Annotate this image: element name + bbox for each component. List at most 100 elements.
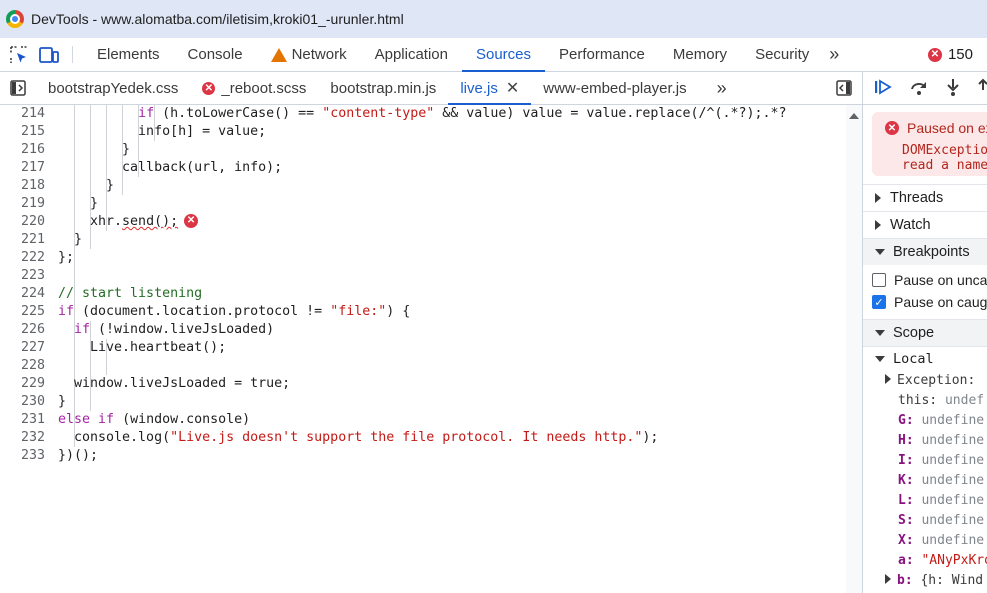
code-line[interactable]: 214 if (h.toLowerCase() == "content-type… [0, 105, 862, 123]
step-out-icon[interactable] [977, 78, 987, 99]
line-number[interactable]: 220 [0, 213, 45, 231]
line-number[interactable]: 225 [0, 303, 45, 321]
line-number[interactable]: 214 [0, 105, 45, 123]
step-over-icon[interactable] [909, 78, 929, 99]
tab-network[interactable]: Network [257, 38, 361, 71]
scroll-up-arrow-icon[interactable] [849, 113, 859, 119]
scope-local-label: Local [893, 350, 934, 367]
tab-application[interactable]: Application [361, 38, 462, 71]
line-number[interactable]: 219 [0, 195, 45, 213]
line-number[interactable]: 228 [0, 357, 45, 375]
section-breakpoints[interactable]: Breakpoints [863, 238, 987, 265]
expand-arrow-icon[interactable] [885, 574, 891, 584]
scope-variable[interactable]: a: "ANyPxKro [898, 551, 987, 571]
device-toolbar-icon[interactable] [34, 38, 64, 71]
line-number[interactable]: 226 [0, 321, 45, 339]
line-number[interactable]: 230 [0, 393, 45, 411]
code-line[interactable]: 216 } [0, 141, 862, 159]
more-files-chevron-icon[interactable]: » [699, 72, 737, 104]
scope-variable[interactable]: L: undefine [898, 491, 984, 511]
checkbox-checked[interactable]: ✓ [872, 295, 886, 309]
line-number[interactable]: 229 [0, 375, 45, 393]
code-editor[interactable]: 214 if (h.toLowerCase() == "content-type… [0, 105, 862, 593]
scope-variable[interactable]: K: undefine [898, 471, 984, 491]
error-marker-icon[interactable]: ✕ [184, 214, 199, 228]
scope-variable[interactable]: I: undefine [898, 451, 984, 471]
code-line[interactable]: 226 if (!window.liveJsLoaded) [0, 321, 862, 339]
line-number[interactable]: 215 [0, 123, 45, 141]
section-watch[interactable]: Watch [863, 211, 987, 238]
code-line[interactable]: 221 } [0, 231, 862, 249]
scope-variable[interactable]: b: {h: Wind [885, 571, 983, 591]
file-tab-bootstrap-min-js[interactable]: bootstrap.min.js [318, 72, 448, 104]
code-line[interactable]: 232 console.log("Live.js doesn't support… [0, 429, 862, 447]
scope-variable-value: undef [944, 393, 985, 408]
line-number[interactable]: 223 [0, 267, 45, 285]
code-line[interactable]: 218 } [0, 177, 862, 195]
step-into-icon[interactable] [945, 78, 961, 99]
error-count: 150 [947, 46, 973, 63]
paused-exception-banner: ✕ Paused on ex DOMExceptio read a name [872, 112, 987, 176]
code-line[interactable]: 215 info[h] = value; [0, 123, 862, 141]
scope-variable[interactable]: G: undefine [898, 411, 984, 431]
editor-scrollbar[interactable] [846, 105, 862, 593]
close-tab-icon[interactable]: ✕ [506, 78, 519, 98]
scope-local[interactable]: Local [863, 346, 987, 370]
tab-elements[interactable]: Elements [83, 38, 174, 71]
code-line[interactable]: 231 else if (window.console) [0, 411, 862, 429]
pause-caught-option[interactable]: ✓ Pause on caug [872, 294, 987, 310]
code-line[interactable]: 228 [0, 357, 862, 375]
code-line[interactable]: 220 xhr.send(); ✕ [0, 213, 862, 231]
line-number[interactable]: 227 [0, 339, 45, 357]
more-tabs-chevron-icon[interactable]: » [823, 38, 855, 71]
code-line[interactable]: 219 } [0, 195, 862, 213]
code-text: } [58, 142, 131, 157]
tab-security[interactable]: Security [741, 38, 823, 71]
line-number[interactable]: 217 [0, 159, 45, 177]
file-tab-bootstrapyedek-css[interactable]: bootstrapYedek.css [36, 72, 190, 104]
section-scope[interactable]: Scope [863, 319, 987, 346]
toggle-debugger-icon[interactable] [826, 72, 862, 104]
line-number[interactable]: 232 [0, 429, 45, 447]
checkbox-unchecked[interactable] [872, 273, 886, 287]
code-text: } [58, 196, 99, 211]
code-line[interactable]: 224 // start listening [0, 285, 862, 303]
code-line[interactable]: 217 callback(url, info); [0, 159, 862, 177]
inspect-element-icon[interactable] [4, 38, 34, 71]
line-number[interactable]: 224 [0, 285, 45, 303]
scope-variable[interactable]: this: undef [898, 391, 984, 411]
tab-performance[interactable]: Performance [545, 38, 659, 71]
code-line[interactable]: 233})(); [0, 447, 862, 465]
section-threads[interactable]: Threads [863, 184, 987, 211]
file-tab-live-js[interactable]: live.js ✕ [448, 72, 532, 105]
scope-variable[interactable]: Exception: [885, 371, 975, 391]
code-line[interactable]: 225 if (document.location.protocol != "fi… [0, 303, 862, 321]
file-tab-reboot-scss[interactable]: ✕ _reboot.scss [190, 72, 318, 104]
code-text: } [58, 232, 83, 247]
scope-variable[interactable]: X: undefine [898, 531, 984, 551]
file-tab-www-embed-player-js[interactable]: www-embed-player.js [531, 72, 698, 104]
line-number[interactable]: 216 [0, 141, 45, 159]
resume-icon[interactable] [873, 78, 893, 99]
code-text: else if (window.console) [58, 412, 251, 427]
expand-arrow-icon[interactable] [885, 374, 891, 384]
scope-variable[interactable]: S: undefine [898, 511, 984, 531]
line-number[interactable]: 233 [0, 447, 45, 465]
line-number[interactable]: 218 [0, 177, 45, 195]
error-counter[interactable]: ✕ 150 [927, 38, 987, 71]
line-number[interactable]: 221 [0, 231, 45, 249]
code-line[interactable]: 229 window.liveJsLoaded = true; [0, 375, 862, 393]
code-line[interactable]: 230} [0, 393, 862, 411]
line-number[interactable]: 231 [0, 411, 45, 429]
tab-console[interactable]: Console [174, 38, 257, 71]
pause-uncaught-option[interactable]: Pause on unca [872, 272, 987, 288]
tab-sources[interactable]: Sources [461, 38, 546, 72]
scope-variable[interactable]: H: undefine [898, 431, 984, 451]
scope-variable-value: undefine [921, 413, 985, 428]
code-line[interactable]: 222}; [0, 249, 862, 267]
toggle-navigator-icon[interactable] [0, 72, 36, 104]
tab-memory[interactable]: Memory [659, 38, 741, 71]
code-line[interactable]: 223 [0, 267, 862, 285]
line-number[interactable]: 222 [0, 249, 45, 267]
code-line[interactable]: 227 Live.heartbeat(); [0, 339, 862, 357]
